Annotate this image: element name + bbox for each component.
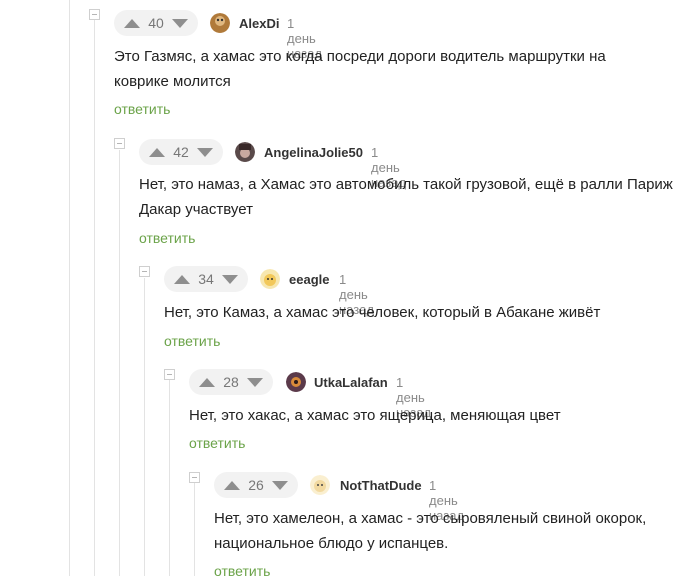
avatar[interactable] [310, 475, 330, 495]
username[interactable]: UtkaLalafan [314, 375, 388, 390]
comment-score: 34 [198, 271, 214, 287]
comment-text-line: Это Газмяс, а хамас это когда посреди до… [114, 48, 606, 65]
thread-line [69, 0, 70, 576]
rating-control: 26 [214, 472, 298, 498]
upvote-icon[interactable] [224, 480, 240, 490]
reply-link[interactable]: ответить [189, 435, 245, 451]
rating-control: 34 [164, 266, 248, 292]
collapse-thread-button[interactable] [189, 472, 200, 483]
username[interactable]: eeagle [289, 272, 329, 287]
upvote-icon[interactable] [199, 377, 215, 387]
collapse-thread-button[interactable] [139, 266, 150, 277]
downvote-icon[interactable] [171, 18, 188, 28]
reply-link[interactable]: ответить [164, 333, 220, 349]
avatar[interactable] [260, 269, 280, 289]
reply-link[interactable]: ответить [214, 563, 270, 579]
collapse-thread-button[interactable] [164, 369, 175, 380]
username[interactable]: AngelinaJolie50 [264, 145, 363, 160]
rating-control: 28 [189, 369, 273, 395]
comment-text-line: национальное блюдо у испанцев. [214, 535, 449, 552]
thread-line [144, 278, 145, 576]
comment-text: Нет, это Камаз, а хамас это человек, кот… [164, 300, 600, 325]
avatar[interactable] [210, 13, 230, 33]
comment-text-line: Дакар участвует [139, 201, 253, 218]
comment-text: Нет, это намаз, а Хамас это автомобиль т… [139, 172, 673, 222]
comment-score: 28 [223, 374, 239, 390]
comment-text: Нет, это хакас, а хамас это ящерица, мен… [189, 403, 561, 428]
username[interactable]: NotThatDude [340, 478, 422, 493]
upvote-icon[interactable] [174, 274, 190, 284]
username[interactable]: AlexDi [239, 16, 279, 31]
comment-text: Это Газмяс, а хамас это когда посреди до… [114, 44, 606, 94]
rating-control: 42 [139, 139, 223, 165]
downvote-icon[interactable] [196, 147, 213, 157]
comment-score: 40 [148, 15, 164, 31]
comment-score: 26 [248, 477, 264, 493]
comment-score: 42 [173, 144, 189, 160]
comment-text-line: Нет, это намаз, а Хамас это автомобиль т… [139, 176, 673, 193]
downvote-icon[interactable] [221, 274, 238, 284]
comment-text-line: Нет, это Камаз, а хамас это человек, кот… [164, 304, 601, 321]
collapse-thread-button[interactable] [89, 9, 100, 20]
comment-text: Нет, это хамелеон, а хамас - это сыровял… [214, 506, 646, 556]
comment-text-line: Нет, это хакас, а хамас это ящерица, мен… [189, 407, 561, 424]
thread-line [94, 20, 95, 576]
reply-link[interactable]: ответить [114, 101, 170, 117]
rating-control: 40 [114, 10, 198, 36]
avatar[interactable] [286, 372, 306, 392]
thread-line [169, 380, 170, 576]
collapse-thread-button[interactable] [114, 138, 125, 149]
thread-line [119, 150, 120, 576]
upvote-icon[interactable] [149, 147, 165, 157]
upvote-icon[interactable] [124, 18, 140, 28]
reply-link[interactable]: ответить [139, 230, 195, 246]
comment-text-line: коврике молится [114, 73, 231, 90]
downvote-icon[interactable] [271, 480, 288, 490]
downvote-icon[interactable] [246, 377, 263, 387]
comment-text-line: Нет, это хамелеон, а хамас - это сыровял… [214, 510, 647, 527]
avatar[interactable] [235, 142, 255, 162]
thread-line [194, 483, 195, 576]
